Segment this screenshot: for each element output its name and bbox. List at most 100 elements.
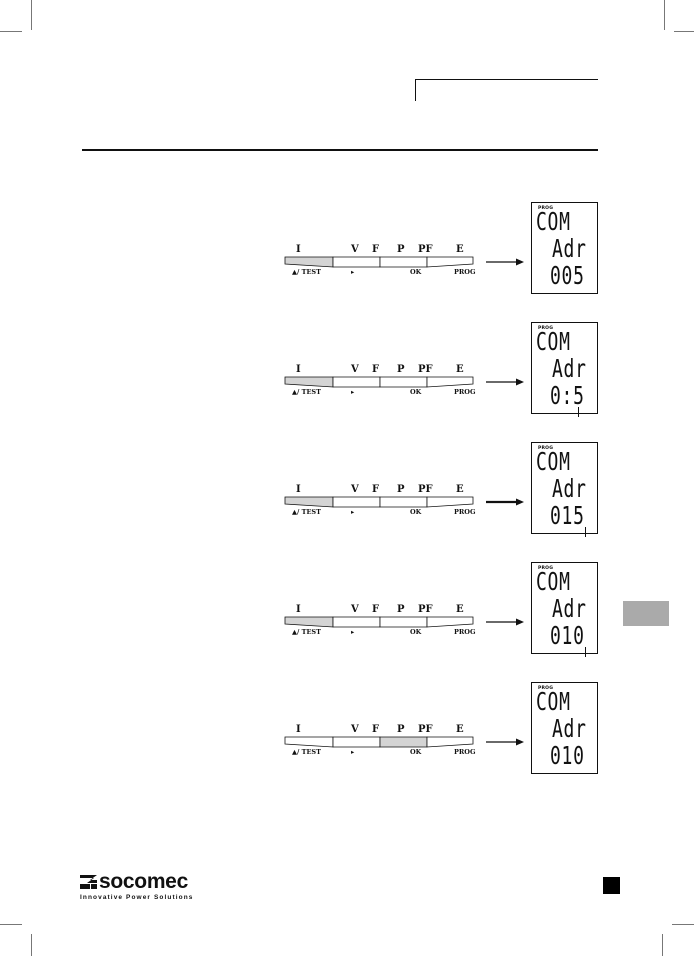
key-right[interactable]: [332, 616, 381, 628]
lcd-line-2: Adr: [552, 474, 587, 503]
function-label: P: [397, 604, 405, 615]
keypad-bar: [284, 256, 474, 268]
keypad-key-labels: ▲/ TEST ▸ OK PROG: [284, 268, 476, 278]
key-label: PROG: [454, 268, 476, 276]
function-label: V: [351, 244, 359, 255]
function-label: E: [456, 604, 464, 615]
key-prog[interactable]: [426, 616, 474, 628]
arrow-right-icon: [486, 252, 524, 266]
lcd-line-1: COM: [536, 567, 571, 596]
arrow-right-icon: [486, 612, 524, 626]
function-label: F: [372, 364, 380, 375]
crop-mark: [31, 934, 32, 956]
key-label: ▸: [351, 628, 355, 636]
brand-logo: socomec Innovative Power Solutions: [80, 871, 193, 901]
step-1: I V F P PF E ▲/ TEST ▸ OK PROG PROG COM Adr 005: [0, 200, 694, 300]
key-up-test[interactable]: [284, 736, 334, 748]
function-label: I: [296, 484, 301, 495]
function-label: E: [456, 484, 464, 495]
keypad-bar: [284, 736, 474, 748]
key-prog[interactable]: [426, 736, 474, 748]
step-5: I V F P PF E ▲/ TEST ▸ OK PROG PROG COM Adr 010: [0, 680, 694, 780]
function-label: P: [397, 364, 405, 375]
key-ok[interactable]: [379, 736, 428, 748]
crop-mark: [664, 0, 665, 30]
key-prog[interactable]: [426, 376, 474, 388]
keypad-key-labels: ▲/ TEST ▸ OK PROG: [284, 748, 476, 758]
lcd-line-2: Adr: [552, 594, 587, 623]
key-ok[interactable]: [379, 376, 428, 388]
key-up-test[interactable]: [284, 256, 334, 268]
key-prog[interactable]: [426, 496, 474, 508]
lcd-line-3: 010: [550, 621, 585, 650]
key-label: ▲/ TEST: [292, 508, 321, 516]
function-label: PF: [418, 724, 433, 735]
function-label: E: [456, 244, 464, 255]
keypad-function-labels: I V F P PF E: [284, 724, 474, 736]
function-label: I: [296, 244, 301, 255]
function-label: F: [372, 604, 380, 615]
key-label: OK: [410, 508, 422, 516]
function-label: P: [397, 484, 405, 495]
section-header-box: [415, 79, 598, 101]
lcd-line-3: 005: [550, 261, 585, 290]
function-label: PF: [418, 364, 433, 375]
key-label: OK: [410, 268, 422, 276]
header-rule: [82, 149, 598, 151]
key-prog[interactable]: [426, 256, 474, 268]
crop-mark: [672, 924, 694, 925]
lcd-line-3: 0:5: [550, 381, 585, 410]
keypad-bar: [284, 376, 474, 388]
crop-mark: [31, 0, 32, 30]
function-label: E: [456, 364, 464, 375]
key-ok[interactable]: [379, 496, 428, 508]
lcd-line-2: Adr: [552, 714, 587, 743]
step-2: I V F P PF E ▲/ TEST ▸ OK PROG PROG COM Adr 0:5: [0, 320, 694, 420]
key-label: PROG: [454, 508, 476, 516]
keypad-key-labels: ▲/ TEST ▸ OK PROG: [284, 508, 476, 518]
keypad-function-labels: I V F P PF E: [284, 484, 474, 496]
crop-mark: [0, 31, 22, 32]
key-right[interactable]: [332, 376, 381, 388]
function-label: PF: [418, 244, 433, 255]
keypad-function-labels: I V F P PF E: [284, 244, 474, 256]
function-label: P: [397, 244, 405, 255]
key-label: ▲/ TEST: [292, 388, 321, 396]
key-label: ▸: [351, 268, 355, 276]
keypad-key-labels: ▲/ TEST ▸ OK PROG: [284, 628, 476, 638]
lcd-display: PROG COM Adr 010: [531, 562, 598, 657]
function-label: V: [351, 724, 359, 735]
key-ok[interactable]: [379, 256, 428, 268]
lcd-line-1: COM: [536, 327, 571, 356]
lcd-line-2: Adr: [552, 354, 587, 383]
key-up-test[interactable]: [284, 616, 334, 628]
language-marker: [603, 877, 620, 894]
keypad-function-labels: I V F P PF E: [284, 364, 474, 376]
keypad-bar: [284, 616, 474, 628]
key-ok[interactable]: [379, 616, 428, 628]
socomec-logo-icon: [80, 875, 97, 889]
function-label: V: [351, 364, 359, 375]
key-up-test[interactable]: [284, 376, 334, 388]
key-right[interactable]: [332, 736, 381, 748]
function-label: F: [372, 484, 380, 495]
lcd-line-2: Adr: [552, 234, 587, 263]
lcd-line-1: COM: [536, 447, 571, 476]
lcd-line-1: COM: [536, 207, 571, 236]
key-right[interactable]: [332, 496, 381, 508]
key-label: ▲/ TEST: [292, 268, 321, 276]
key-label: PROG: [454, 628, 476, 636]
key-up-test[interactable]: [284, 496, 334, 508]
key-label: ▲/ TEST: [292, 748, 321, 756]
keypad: I V F P PF E ▲/ TEST ▸ OK PROG: [284, 604, 476, 644]
key-right[interactable]: [332, 256, 381, 268]
key-label: PROG: [454, 388, 476, 396]
blink-cursor-icon: [585, 527, 586, 537]
lcd-line-1: COM: [536, 687, 571, 716]
function-label: V: [351, 484, 359, 495]
function-label: V: [351, 604, 359, 615]
keypad: I V F P PF E ▲/ TEST ▸ OK PROG: [284, 364, 476, 404]
keypad-bar: [284, 496, 474, 508]
crop-mark: [0, 924, 22, 925]
lcd-display: PROG COM Adr 010: [531, 682, 598, 774]
